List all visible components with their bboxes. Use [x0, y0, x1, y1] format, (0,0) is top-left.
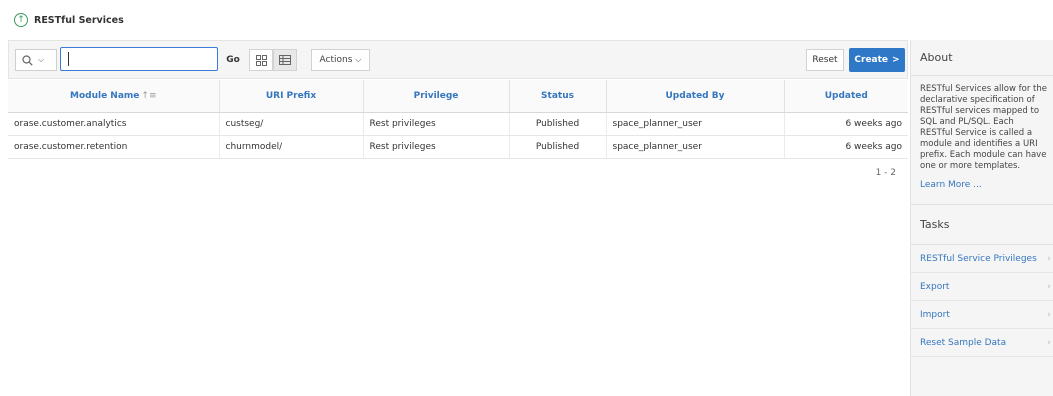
arrow-up-circle-icon[interactable]: ↑ [14, 13, 28, 27]
magnifier-icon [22, 54, 33, 66]
column-header-updated[interactable]: Updated [784, 80, 908, 113]
grid-view-icon [255, 54, 267, 66]
updated-cell: 6 weeks ago [784, 135, 908, 159]
table-row: orase.customer.retention churnmodel/ Res… [8, 135, 908, 159]
report-region: ⌵ Go Actions ⌵ Reset Create > Module Nam… [8, 40, 910, 396]
uri-prefix-cell: churnmodel/ [219, 135, 364, 159]
about-description: RESTful Services allow for the declarati… [920, 84, 1047, 171]
column-header-status[interactable]: Status [509, 80, 607, 113]
pagination-info: 1 - 2 [875, 168, 896, 178]
column-header-uri-prefix[interactable]: URI Prefix [219, 80, 364, 113]
grid-view-button[interactable] [249, 49, 273, 71]
chevron-right-icon: › [1047, 309, 1051, 320]
actions-menu-button[interactable]: Actions ⌵ [311, 49, 370, 71]
create-label: Create [854, 55, 889, 65]
table-header-row: Module Name ↑≡ URI Prefix Privilege Statu… [8, 80, 908, 113]
status-cell: Published [509, 135, 607, 159]
learn-more-link[interactable]: Learn More ... [911, 172, 1053, 205]
page-title: RESTful Services [34, 14, 124, 26]
task-label: Import [920, 309, 950, 320]
chevron-right-icon: › [1047, 337, 1051, 348]
task-export[interactable]: Export › [911, 273, 1053, 301]
privilege-cell: Rest privileges [363, 135, 510, 159]
status-cell: Published [509, 112, 607, 136]
go-button[interactable]: Go [221, 49, 245, 71]
chevron-right-icon: › [1047, 281, 1051, 292]
report-table: Module Name ↑≡ URI Prefix Privilege Statu… [8, 80, 908, 159]
table-row: orase.customer.analytics custseg/ Rest p… [8, 112, 908, 136]
about-heading: About [911, 40, 1053, 76]
task-label: Reset Sample Data [920, 337, 1007, 348]
text-caret [68, 52, 69, 66]
module-name-link[interactable]: orase.customer.analytics [8, 112, 220, 136]
column-header-module-name[interactable]: Module Name ↑≡ [8, 80, 220, 113]
privilege-cell: Rest privileges [363, 112, 510, 136]
tasks-heading: Tasks [911, 205, 1053, 245]
right-sidebar: About RESTful Services allow for the dec… [910, 40, 1053, 396]
column-header-updated-by[interactable]: Updated By [606, 80, 785, 113]
breadcrumb: ↑ RESTful Services [14, 10, 124, 30]
actions-label: Actions [319, 55, 353, 65]
task-restful-service-privileges[interactable]: RESTful Service Privileges › [911, 245, 1053, 273]
task-label: RESTful Service Privileges [920, 253, 1037, 264]
updated-by-cell: space_planner_user [606, 135, 785, 159]
report-toolbar: ⌵ Go Actions ⌵ Reset Create > [8, 40, 908, 79]
chevron-down-icon: ⌵ [38, 55, 45, 64]
chevron-down-icon: ⌵ [355, 55, 362, 64]
task-reset-sample-data[interactable]: Reset Sample Data › [911, 329, 1053, 357]
task-label: Export [920, 281, 950, 292]
report-view-icon [279, 55, 291, 65]
task-import[interactable]: Import › [911, 301, 1053, 329]
search-input[interactable] [60, 47, 218, 71]
chevron-right-icon: > [892, 55, 900, 65]
module-name-link[interactable]: orase.customer.retention [8, 135, 220, 159]
updated-by-cell: space_planner_user [606, 112, 785, 136]
create-button[interactable]: Create > [849, 48, 905, 72]
search-column-button[interactable]: ⌵ [15, 49, 57, 71]
reset-button[interactable]: Reset [806, 49, 844, 71]
chevron-right-icon: › [1047, 253, 1051, 264]
sort-ascending-icon: ↑≡ [141, 91, 157, 101]
updated-cell: 6 weeks ago [784, 112, 908, 136]
report-view-button[interactable] [273, 49, 297, 71]
column-header-privilege[interactable]: Privilege [363, 80, 510, 113]
uri-prefix-cell: custseg/ [219, 112, 364, 136]
